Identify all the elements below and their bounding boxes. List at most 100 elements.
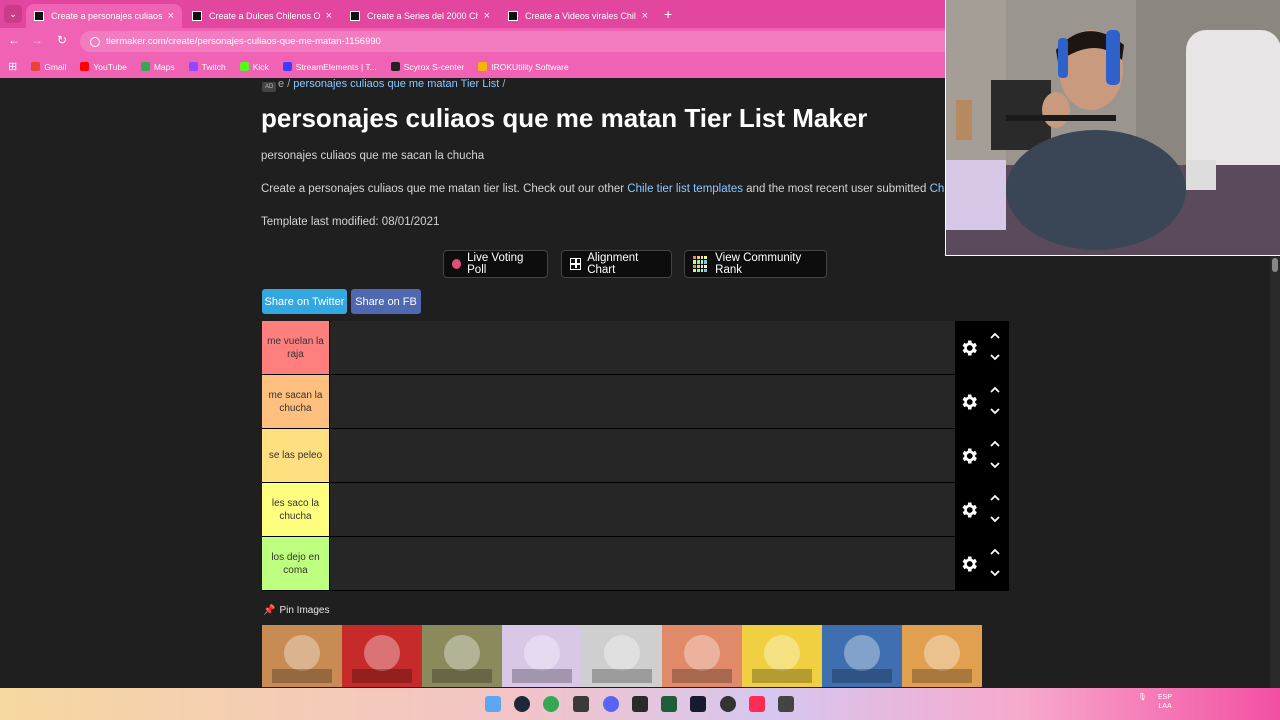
close-icon[interactable]: × xyxy=(642,10,648,22)
chevron-up-icon[interactable] xyxy=(989,492,1001,504)
tier-list: me vuelan la raja me sacan la chucha se la… xyxy=(262,321,1009,591)
folder-icon[interactable] xyxy=(573,696,589,712)
page-subtitle: personajes culiaos que me sacan la chuch… xyxy=(261,150,485,162)
windows-start-icon[interactable] xyxy=(485,696,501,712)
chevron-down-icon[interactable] xyxy=(989,351,1001,363)
sketch-characters-image[interactable] xyxy=(502,625,582,687)
tab-search-button[interactable]: ⌄ xyxy=(4,5,22,23)
sketch-drawing-image[interactable] xyxy=(582,625,662,687)
tier-controls xyxy=(955,537,1009,590)
apps-grid-icon[interactable]: ⊞ xyxy=(8,60,17,73)
tier-label[interactable]: me sacan la chucha xyxy=(262,375,329,428)
blue-mascot-image[interactable] xyxy=(822,625,902,687)
template-modified-date: Template last modified: 08/01/2021 xyxy=(261,216,440,228)
tier-grid-icon xyxy=(693,256,708,272)
tiermaker-favicon-icon xyxy=(192,11,202,21)
gear-icon[interactable] xyxy=(959,338,979,358)
bookmark-twitch[interactable]: Twitch xyxy=(188,62,226,72)
share-fb-button[interactable]: Share on FB xyxy=(351,289,421,314)
gear-icon[interactable] xyxy=(959,392,979,412)
chevron-up-icon[interactable] xyxy=(989,384,1001,396)
tier-controls xyxy=(955,375,1009,428)
chevron-up-icon[interactable] xyxy=(989,330,1001,342)
view-community-rank-button[interactable]: View Community Rank xyxy=(684,250,827,278)
ad-badge[interactable]: AD xyxy=(262,82,277,92)
grid-icon xyxy=(570,258,582,270)
tier-controls xyxy=(955,321,1009,374)
tiktok-icon[interactable] xyxy=(749,696,765,712)
obs-icon[interactable] xyxy=(720,696,736,712)
reload-icon[interactable]: ↻ xyxy=(53,33,71,47)
scroll-thumb[interactable] xyxy=(1272,258,1278,272)
tab-series[interactable]: Create a Series del 2000 Chile T × xyxy=(342,4,498,28)
forward-arrow-icon[interactable]: → xyxy=(28,33,46,47)
coin-image[interactable] xyxy=(422,625,502,687)
page-description: Create a personajes culiaos que me matan… xyxy=(261,183,951,195)
tier-label[interactable]: se las peleo xyxy=(262,429,329,482)
back-arrow-icon[interactable]: ← xyxy=(5,33,23,47)
gear-icon[interactable] xyxy=(959,446,979,466)
chevron-down-icon[interactable] xyxy=(989,405,1001,417)
tier-drop-zone[interactable] xyxy=(329,375,955,428)
breadcrumb: e / personajes culiaos que me matan Tier… xyxy=(278,78,506,90)
tiermaker-favicon-icon xyxy=(350,11,360,21)
chevron-up-icon[interactable] xyxy=(989,438,1001,450)
epic-games-icon[interactable] xyxy=(632,696,648,712)
language-indicator[interactable]: ESP LAA xyxy=(1158,693,1172,711)
bookmark-irokutility[interactable]: IROKUtility Software xyxy=(478,62,569,72)
bookmark-streamelements[interactable]: StreamElements | T... xyxy=(282,62,377,72)
tier-drop-zone[interactable] xyxy=(329,429,955,482)
puppet-image[interactable] xyxy=(342,625,422,687)
pin-icon: 📌 xyxy=(263,605,276,616)
bookmark-scyrox[interactable]: Scyrox S-center xyxy=(390,62,464,72)
bookmark-kick[interactable]: Kick xyxy=(239,62,269,72)
twitch-icon xyxy=(188,62,198,71)
chrome-icon[interactable] xyxy=(543,696,559,712)
bookmark-youtube[interactable]: YouTube xyxy=(80,62,127,72)
close-icon[interactable]: × xyxy=(168,10,174,22)
pin-images-toggle[interactable]: 📌 Pin Images xyxy=(263,605,329,616)
breadcrumb-link[interactable]: personajes culiaos que me matan Tier Lis… xyxy=(293,78,499,90)
tier-label[interactable]: los dejo en coma xyxy=(262,537,329,590)
chevron-up-icon[interactable] xyxy=(989,546,1001,558)
close-icon[interactable]: × xyxy=(484,10,490,22)
tier-row: se las peleo xyxy=(262,429,1009,483)
gear-icon[interactable] xyxy=(959,554,979,574)
gear-icon[interactable] xyxy=(959,500,979,520)
close-icon[interactable]: × xyxy=(326,10,332,22)
capcut-icon[interactable] xyxy=(690,696,706,712)
share-twitter-button[interactable]: Share on Twitter xyxy=(262,289,347,314)
tier-drop-zone[interactable] xyxy=(329,537,955,590)
alignment-chart-button[interactable]: Alignment Chart xyxy=(561,250,672,278)
chevron-down-icon[interactable] xyxy=(989,567,1001,579)
page-scrollbar[interactable] xyxy=(1270,256,1280,688)
pikachu-image[interactable] xyxy=(742,625,822,687)
streamlabs-icon[interactable] xyxy=(778,696,794,712)
steam-icon[interactable] xyxy=(514,696,530,712)
cartoon-kids-image[interactable] xyxy=(662,625,742,687)
live-voting-poll-button[interactable]: Live Voting Poll xyxy=(443,250,548,278)
comic-image[interactable] xyxy=(902,625,982,687)
tier-label[interactable]: me vuelan la raja xyxy=(262,321,329,374)
microphone-icon[interactable]: 🎙 xyxy=(1138,693,1147,702)
tab-dulces[interactable]: Create a Dulces Chilenos OG Li × xyxy=(184,4,340,28)
bookmark-gmail[interactable]: Gmail xyxy=(31,62,66,72)
tab-videos[interactable]: Create a Videos virales Chile Tie × xyxy=(500,4,656,28)
tier-row: los dejo en coma xyxy=(262,537,1009,591)
discord-icon[interactable] xyxy=(603,696,619,712)
new-tab-button[interactable]: + xyxy=(664,6,672,22)
app-icon[interactable] xyxy=(661,696,677,712)
chevron-down-icon[interactable] xyxy=(989,459,1001,471)
tier-label[interactable]: les saco la chucha xyxy=(262,483,329,536)
taskbar: 🎙 ESP LAA xyxy=(0,688,1280,720)
chevron-down-icon[interactable] xyxy=(989,513,1001,525)
tier-drop-zone[interactable] xyxy=(329,321,955,374)
tier-row: me sacan la chucha xyxy=(262,375,1009,429)
url-text: tiermaker.com/create/personajes-culiaos-… xyxy=(106,36,381,47)
dog-cartoon-image[interactable] xyxy=(262,625,342,687)
chile-templates-link[interactable]: Chile tier list templates xyxy=(627,183,743,195)
bookmark-maps[interactable]: Maps xyxy=(140,62,175,72)
site-info-icon[interactable] xyxy=(90,36,100,47)
tier-drop-zone[interactable] xyxy=(329,483,955,536)
tab-personajes[interactable]: Create a personajes culiaos que × xyxy=(26,4,182,28)
